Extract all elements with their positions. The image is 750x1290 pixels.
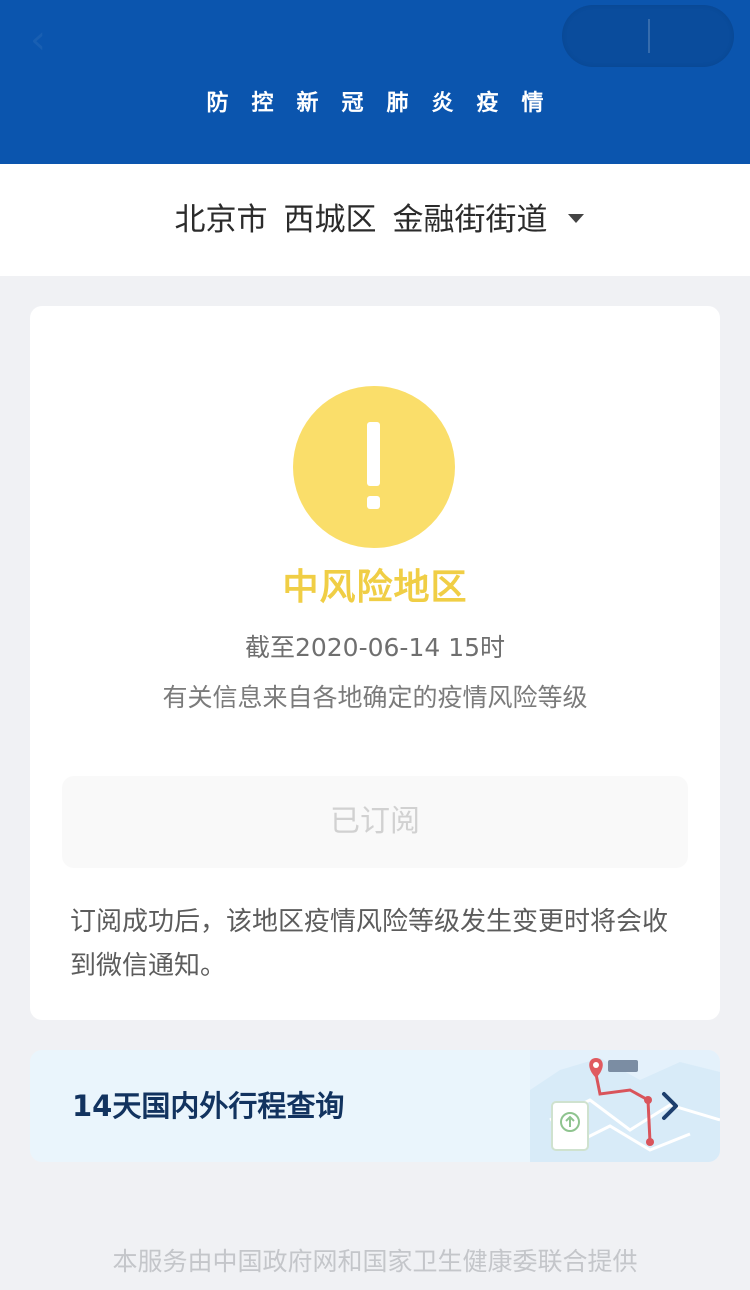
as-of-time: 截至2020-06-14 15时 [244,633,506,662]
more-icon[interactable] [562,5,648,67]
itinerary-label: 14天国内外行程查询 [72,1089,345,1123]
caret-down-icon[interactable] [567,214,584,223]
location-selector[interactable]: 北京市 西城区 金融街街道 [0,164,750,276]
mini-program-capsule [562,5,734,67]
location-district: 西城区 [283,202,377,238]
exclamation-icon [293,386,455,548]
back-icon[interactable]: ‹ [30,18,60,62]
location-text[interactable]: 北京市 西城区 金融街街道 [0,196,750,244]
chevron-right-icon[interactable] [658,1090,682,1122]
risk-level: 中风险地区 [282,567,468,608]
exclamation-bar [367,422,380,486]
close-icon[interactable] [648,5,734,67]
subscribe-note: 订阅成功后，该地区疫情风险等级发生变更时将会收到微信通知。 [70,907,669,981]
footer-text: 本服务由中国政府网和国家卫生健康委联合提供 [112,1247,638,1276]
subscribe-button[interactable]: 已订阅 [62,776,688,868]
map-illustration-icon [530,1050,720,1162]
risk-card: 中风险地区 截至2020-06-14 15时 有关信息来自各地确定的疫情风险等级… [30,306,720,1020]
page-title: 防控新冠肺炎疫情 [206,91,567,116]
top-header: ‹ 防控新冠肺炎疫情 [0,0,750,164]
location-city: 北京市 [174,202,268,238]
source-note: 有关信息来自各地确定的疫情风险等级 [162,683,588,712]
exclamation-dot [367,496,380,509]
itinerary-query-card[interactable]: 14天国内外行程查询 [30,1050,720,1162]
location-street: 金融街街道 [392,202,548,238]
